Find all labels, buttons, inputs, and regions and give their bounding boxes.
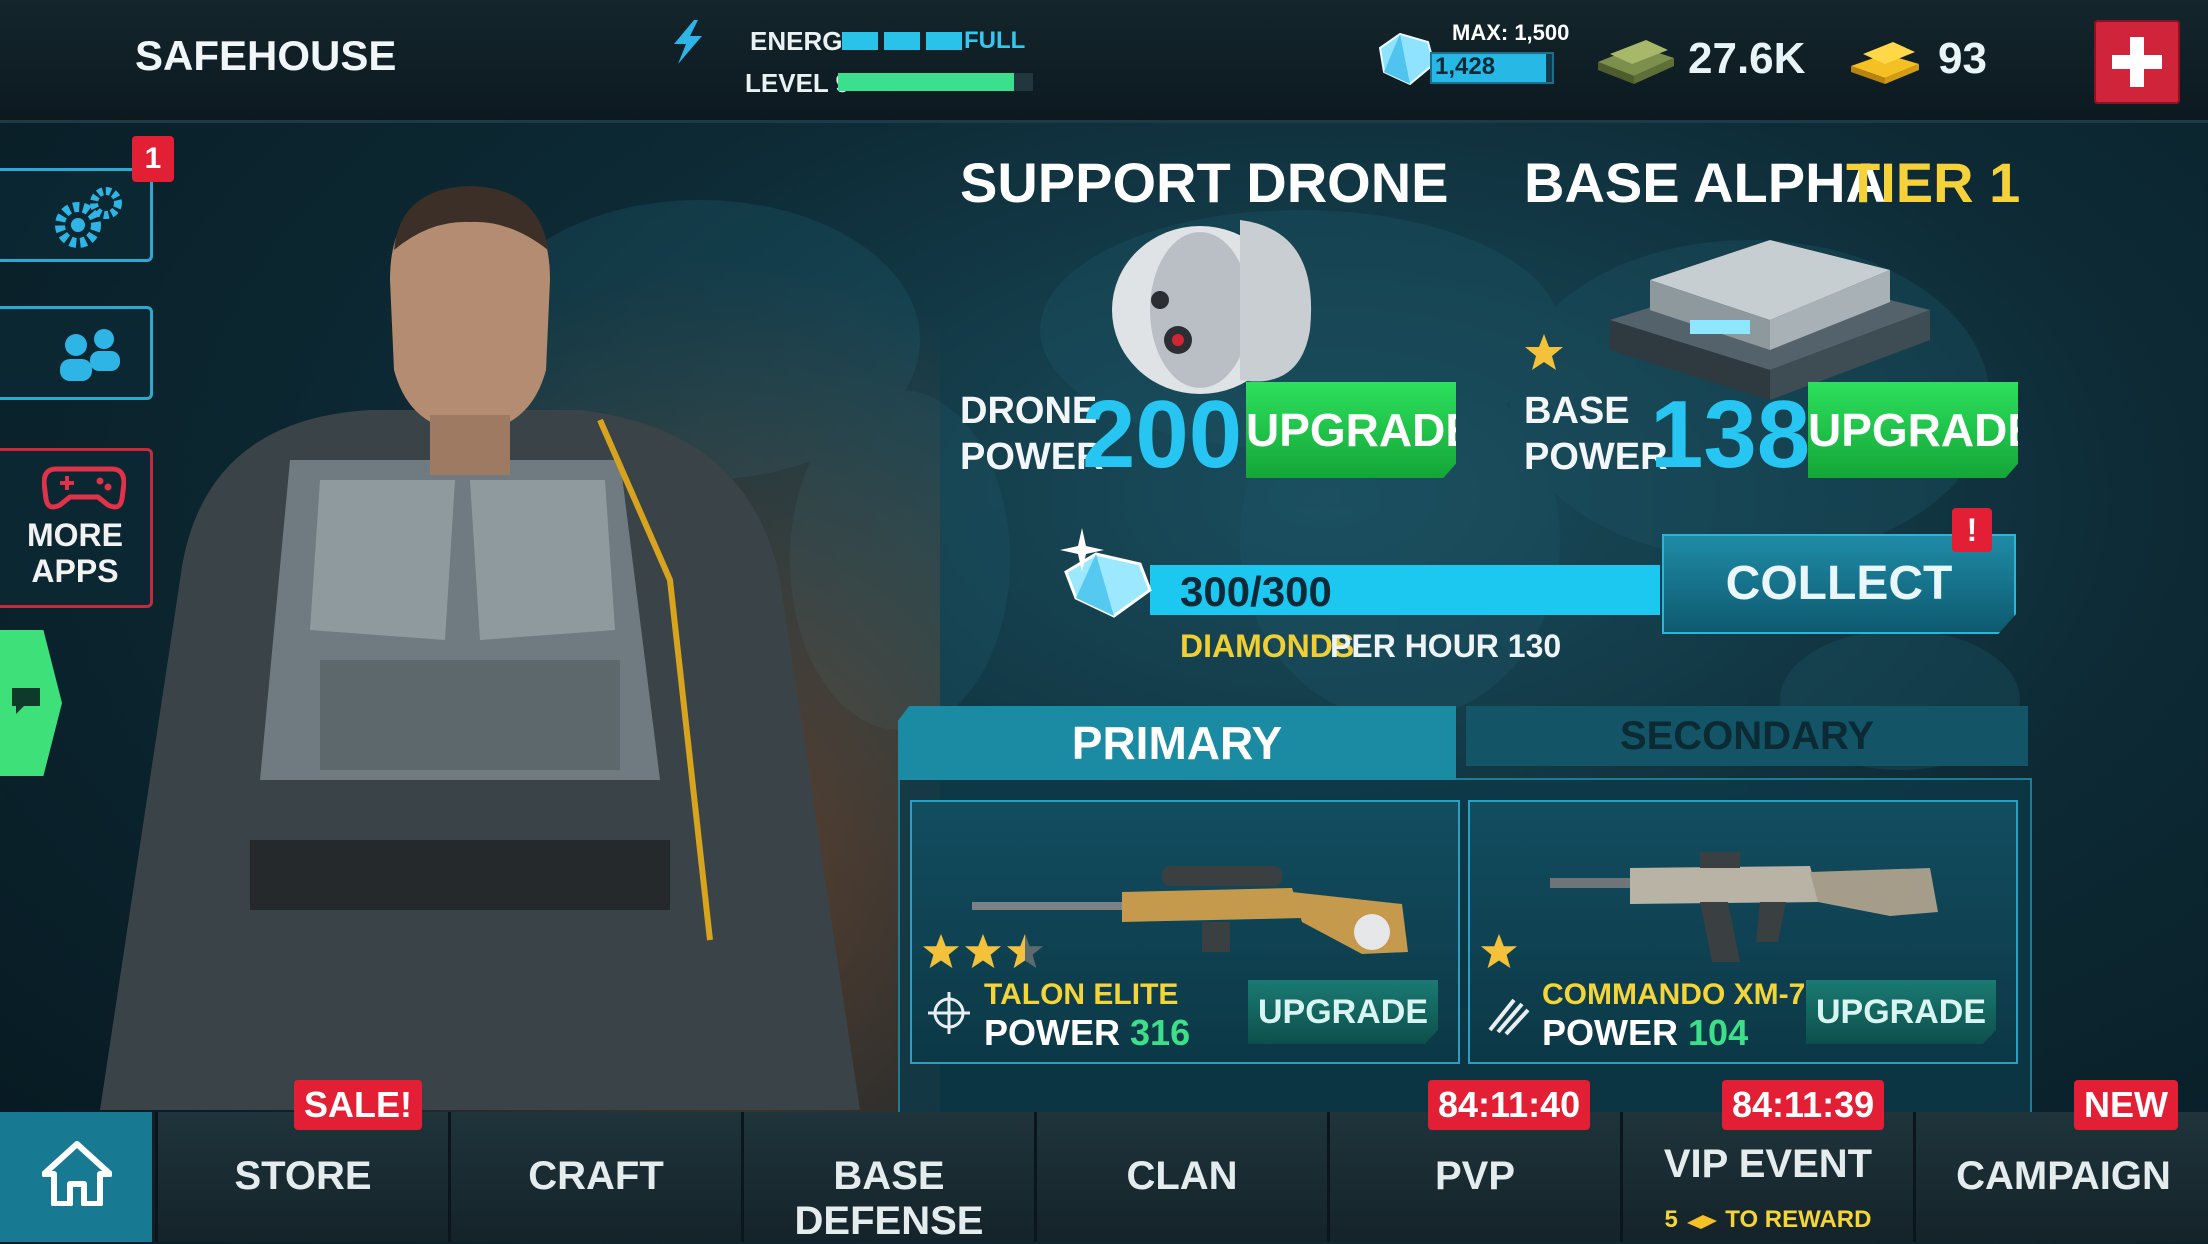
diamonds-label: DIAMONDS — [1180, 628, 1355, 664]
gold-bars-icon — [1686, 1214, 1717, 1229]
base-upgrade-button[interactable]: UPGRADE — [1808, 382, 2018, 478]
level-progress-fill — [838, 73, 1014, 91]
primary-upgrade-button[interactable]: UPGRADE — [1248, 980, 1438, 1044]
claw-slash-icon — [1488, 998, 1530, 1036]
tab-secondary[interactable]: SECONDARY — [1466, 706, 2028, 766]
assault-rifle-image — [1550, 852, 1938, 962]
gold-bars-icon[interactable] — [1845, 32, 1925, 86]
nav-clan[interactable]: CLAN — [1034, 1112, 1327, 1242]
soldier-character — [60, 160, 940, 1160]
diamond-production-value: 300/300 — [1180, 568, 1332, 615]
add-currency-button[interactable] — [2094, 20, 2180, 104]
cash-icon[interactable] — [1590, 32, 1680, 88]
drone-power-value: 200 — [1082, 381, 1243, 488]
star-icon — [922, 933, 960, 969]
pvp-timer-badge: 84:11:40 — [1428, 1080, 1591, 1130]
energy-segment — [842, 32, 878, 50]
store-sale-badge: SALE! — [294, 1080, 422, 1130]
secondary-weapon-card[interactable]: COMMANDO XM-7 POWER 104 UPGRADE — [1468, 800, 2018, 1064]
chat-icon — [12, 688, 40, 714]
base-power-label: BASE POWER — [1524, 390, 1668, 478]
vip-timer-badge: 84:11:39 — [1722, 1080, 1885, 1130]
crosshair-icon — [928, 992, 970, 1034]
nav-pvp[interactable]: PVP — [1327, 1112, 1620, 1242]
base-title: BASE ALPHA — [1524, 151, 1886, 214]
half-star-icon — [1006, 933, 1044, 969]
energy-segment — [926, 32, 962, 50]
nav-campaign[interactable]: CAMPAIGN — [1913, 1112, 2208, 1242]
drone-upgrade-button[interactable]: UPGRADE — [1246, 382, 1456, 478]
secondary-upgrade-button[interactable]: UPGRADE — [1806, 980, 1996, 1044]
campaign-new-badge: NEW — [2074, 1080, 2178, 1130]
base-power-value: 138 — [1650, 381, 1811, 488]
secondary-weapon-power: POWER 104 — [1542, 1012, 1749, 1053]
lightning-icon — [674, 20, 702, 64]
primary-weapon-name: TALON ELITE — [984, 978, 1179, 1011]
diamond-count: 1,428 — [1435, 53, 1496, 80]
nav-home[interactable] — [0, 1112, 152, 1242]
tab-primary[interactable]: PRIMARY — [898, 706, 1456, 780]
chat-tab[interactable] — [0, 630, 62, 776]
vip-reward-info: 5 TO REWARD — [1664, 1206, 1872, 1233]
home-icon — [42, 1141, 112, 1206]
secondary-weapon-name: COMMANDO XM-7 — [1542, 978, 1806, 1011]
support-drone-image[interactable] — [1090, 200, 1330, 400]
level-progress-bar — [838, 73, 1033, 91]
star-icon — [1480, 933, 1518, 969]
nav-vip-event[interactable]: VIP EVENT 5 TO REWARD — [1620, 1112, 1913, 1242]
energy-segment — [884, 32, 920, 50]
gold-value: 93 — [1938, 34, 1987, 83]
nav-base-defense[interactable]: BASE DEFENSE — [741, 1112, 1034, 1243]
cash-value: 27.6K — [1688, 34, 1806, 83]
base-tier-label: TIER 1 — [1846, 151, 2021, 214]
collect-alert-badge: ! — [1952, 508, 1992, 552]
nav-craft[interactable]: CRAFT — [448, 1112, 741, 1242]
level-label: LEVEL 9 — [745, 68, 851, 98]
primary-weapon-power: POWER 316 — [984, 1012, 1191, 1053]
energy-status: FULL — [964, 27, 1026, 54]
diamond-icon — [1060, 528, 1152, 618]
per-hour-rate: PER HOUR 130 — [1330, 628, 1562, 664]
page-title: SAFEHOUSE — [135, 32, 397, 79]
primary-weapon-card[interactable]: TALON ELITE POWER 316 UPGRADE — [910, 800, 1460, 1064]
nav-store[interactable]: STORE — [155, 1112, 448, 1242]
diamond-max-label: MAX: 1,500 — [1452, 20, 1570, 45]
star-icon — [964, 933, 1002, 969]
star-icon — [1525, 334, 1563, 370]
